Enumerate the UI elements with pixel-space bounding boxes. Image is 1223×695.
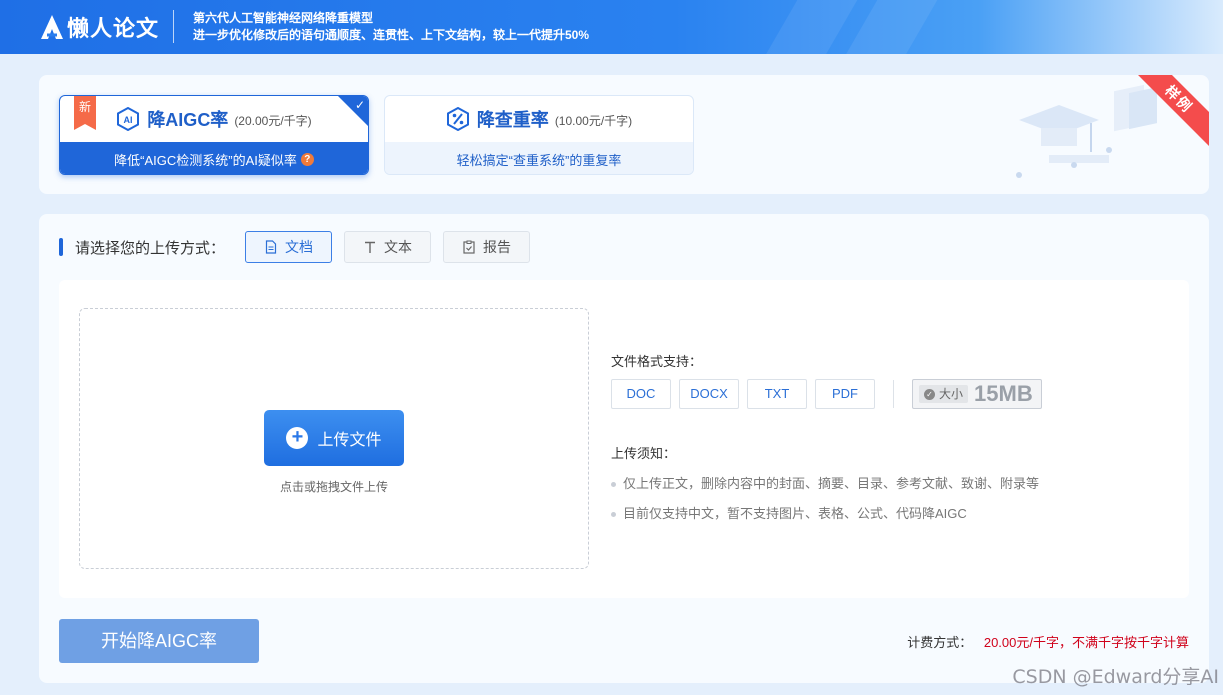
mode-title-dupe: 降查重率 — [476, 110, 549, 130]
mode-card-aigc[interactable]: 新 ✓ AI 降AIGC率 (20.00元/千字) 降低“AIGC检测系统”的A… — [59, 95, 369, 175]
format-divider — [893, 380, 894, 408]
upload-file-label: 上传文件 — [317, 432, 382, 449]
method-report-label: 报告 — [483, 239, 512, 255]
section-accent-bar — [59, 238, 63, 256]
upload-method-row: 请选择您的上传方式： 文档 文本 报告 — [59, 231, 542, 263]
upload-file-button[interactable]: + 上传文件 — [264, 410, 404, 466]
size-label: 大小 — [939, 387, 964, 401]
pricing-label: 计费方式： — [907, 635, 973, 650]
slogan-line-1: 第六代人工智能神经网络降重模型 — [193, 11, 374, 25]
percent-icon — [446, 107, 469, 131]
check-icon: ✓ — [354, 98, 365, 112]
report-icon — [462, 240, 476, 254]
watermark: CSDN @Edward分享AI — [1012, 666, 1219, 688]
mode-title-aigc: 降AIGC率 — [147, 110, 229, 130]
notice-item: 仅上传正文，删除内容中的封面、摘要、目录、参考文献、致谢、附录等 — [611, 476, 1039, 506]
slogan: 第六代人工智能神经网络降重模型 进一步优化修改后的语句通顺度、连贯性、上下文结构… — [193, 10, 589, 44]
format-title: 文件格式支持： — [611, 354, 703, 369]
method-text-label: 文本 — [384, 239, 413, 255]
method-document-button[interactable]: 文档 — [245, 231, 333, 263]
document-icon — [264, 240, 278, 254]
size-value: 15MB — [974, 381, 1033, 406]
method-report-button[interactable]: 报告 — [443, 231, 531, 263]
mode-card-head: 降查重率 (10.00元/千字) — [385, 96, 693, 142]
start-button[interactable]: 开始降AIGC率 — [59, 619, 259, 663]
mode-subtitle-text: 降低“AIGC检测系统”的AI疑似率 — [114, 152, 297, 168]
mode-panel: 新 ✓ AI 降AIGC率 (20.00元/千字) 降低“AIGC检测系统”的A… — [39, 75, 1209, 194]
pricing-value: 20.00元/千字，不满千字按千字计算 — [983, 635, 1189, 650]
svg-text:AI: AI — [124, 115, 133, 125]
method-document-label: 文档 — [285, 239, 314, 255]
notice-item: 目前仅支持中文，暂不支持图片、表格、公式、代码降AIGC — [611, 506, 1039, 536]
mode-card-dupe[interactable]: 降查重率 (10.00元/千字) 轻松搞定“查重系统”的重复率 — [384, 95, 694, 175]
pricing: 计费方式： 20.00元/千字，不满千字按千字计算 — [907, 632, 1189, 651]
format-chip-pdf: PDF — [815, 379, 875, 409]
upload-method-label: 请选择您的上传方式： — [75, 239, 226, 257]
notice-list: 仅上传正文，删除内容中的封面、摘要、目录、参考文献、致谢、附录等 目前仅支持中文… — [611, 476, 1039, 536]
method-text-button[interactable]: 文本 — [344, 231, 432, 263]
ai-icon: AI — [117, 107, 140, 131]
upload-panel: 请选择您的上传方式： 文档 文本 报告 + 上传文件 点击或拖拽文件上传 文件格… — [39, 214, 1209, 683]
plus-icon: + — [286, 427, 309, 449]
mode-price-aigc: (20.00元/千字) — [234, 114, 312, 128]
file-dropzone[interactable]: + 上传文件 点击或拖拽文件上传 — [79, 308, 589, 569]
slogan-line-2: 进一步优化修改后的语句通顺度、连贯性、上下文结构，较上一代提升50% — [193, 28, 590, 42]
format-list: DOC DOCX TXT PDF ✓ 大小 15MB — [611, 379, 1042, 409]
logo[interactable]: 懒人论文 — [40, 11, 159, 43]
logo-text: 懒人论文 — [67, 16, 160, 41]
mode-price-dupe: (10.00元/千字) — [554, 114, 633, 128]
mode-subtitle-aigc: 降低“AIGC检测系统”的AI疑似率 ? — [60, 142, 368, 174]
format-chip-txt: TXT — [747, 379, 807, 409]
banner-divider — [173, 10, 174, 43]
upload-area: + 上传文件 点击或拖拽文件上传 文件格式支持： DOC DOCX TXT PD… — [59, 280, 1189, 598]
format-chip-docx: DOCX — [679, 379, 739, 409]
text-icon — [363, 240, 377, 254]
format-chip-doc: DOC — [611, 379, 671, 409]
upload-hint: 点击或拖拽文件上传 — [279, 480, 388, 494]
top-banner: 懒人论文 第六代人工智能神经网络降重模型 进一步优化修改后的语句通顺度、连贯性、… — [0, 0, 1223, 54]
graduation-illustration — [1016, 84, 1157, 178]
logo-icon — [41, 15, 63, 39]
mode-subtitle-dupe: 轻松搞定“查重系统”的重复率 — [385, 142, 693, 174]
size-tag: ✓ 大小 — [919, 385, 969, 403]
help-icon[interactable]: ? — [300, 152, 314, 166]
new-badge: 新 — [74, 96, 96, 130]
size-limit: ✓ 大小 15MB — [912, 379, 1042, 409]
check-circle-icon: ✓ — [924, 388, 935, 400]
mode-card-head: AI 降AIGC率 (20.00元/千字) — [60, 96, 368, 142]
notice-title: 上传须知： — [611, 446, 677, 461]
